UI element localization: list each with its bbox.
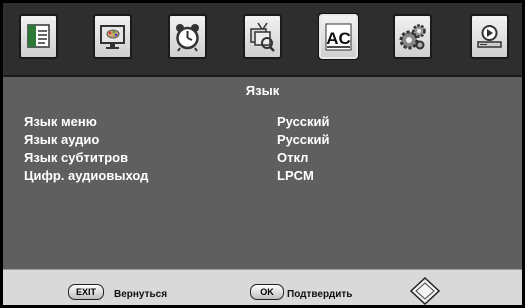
- svg-text:AC: AC: [326, 29, 351, 48]
- row-label: Цифр. аудиовыход: [24, 168, 149, 183]
- language-icon[interactable]: AC: [318, 13, 359, 60]
- ok-key-icon[interactable]: OK: [250, 284, 284, 300]
- display-setup-icon[interactable]: [93, 14, 132, 59]
- clock-icon[interactable]: [168, 14, 207, 59]
- exit-hint-label: Вернуться: [114, 289, 168, 300]
- osd-menu: AC Язык Язык меню Русский Язык аудио Рус…: [3, 3, 522, 305]
- row-value: Русский: [277, 132, 330, 147]
- menu-row-subtitle-language[interactable]: Язык субтитров Откл: [24, 150, 504, 166]
- menu-row-audio-language[interactable]: Язык аудио Русский: [24, 132, 504, 148]
- menu-icon-bar: AC: [3, 3, 522, 77]
- row-value: Откл: [277, 150, 309, 165]
- page-title: Язык: [245, 83, 280, 98]
- row-label: Язык меню: [24, 114, 97, 129]
- row-label: Язык аудио: [24, 132, 100, 147]
- media-player-icon[interactable]: [470, 14, 509, 59]
- menu-row-digital-audio-out[interactable]: Цифр. аудиовыход LPCM: [24, 168, 504, 184]
- row-label: Язык субтитров: [24, 150, 129, 165]
- exit-key-icon[interactable]: EXIT: [68, 284, 104, 300]
- navigation-diamond-icon: [410, 277, 440, 305]
- row-value: LPCM: [277, 168, 314, 183]
- row-value: Русский: [277, 114, 330, 129]
- picture-menu-icon[interactable]: [19, 14, 58, 59]
- menu-row-menu-language[interactable]: Язык меню Русский: [24, 114, 504, 130]
- ok-hint-label: Подтвердить: [287, 289, 353, 300]
- footer-hints: EXIT Вернуться OK Подтвердить: [3, 269, 522, 305]
- settings-gears-icon[interactable]: [393, 14, 432, 59]
- tv-channel-icon[interactable]: [243, 14, 282, 59]
